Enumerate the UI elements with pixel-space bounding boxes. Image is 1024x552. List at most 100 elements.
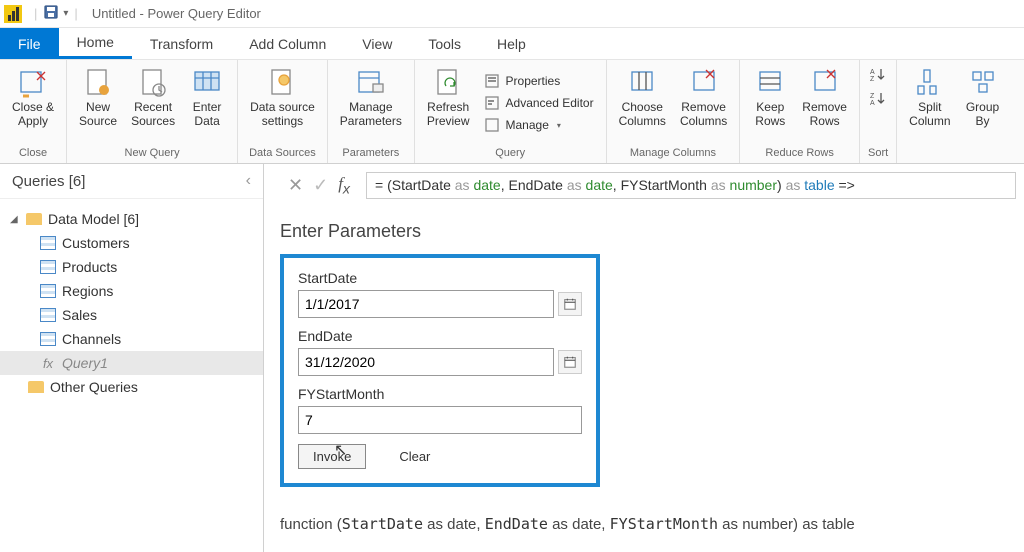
properties-button[interactable]: Properties <box>484 71 594 91</box>
group-by-icon <box>967 66 999 98</box>
tab-transform[interactable]: Transform <box>132 28 231 59</box>
advanced-editor-button[interactable]: Advanced Editor <box>484 93 594 113</box>
tab-file[interactable]: File <box>0 28 59 59</box>
query-item-customers[interactable]: Customers <box>0 231 263 255</box>
content-pane: ✕ ✓ fx = (StartDate as date, EndDate as … <box>264 164 1024 552</box>
table-icon <box>40 308 56 322</box>
enter-data-label: Enter Data <box>193 100 222 128</box>
manage-query-button[interactable]: Manage ▾ <box>484 115 594 135</box>
query-item-regions[interactable]: Regions <box>0 279 263 303</box>
formula-ret: table <box>804 177 834 193</box>
enter-data-icon <box>191 66 223 98</box>
svg-text:A: A <box>870 100 875 106</box>
manage-parameters-button[interactable]: Manage Parameters <box>336 64 406 130</box>
new-source-button[interactable]: New Source <box>75 64 121 130</box>
new-source-label: New Source <box>79 100 117 128</box>
table-icon <box>40 236 56 250</box>
keep-rows-button[interactable]: Keep Rows <box>748 64 792 130</box>
data-source-settings-button[interactable]: Data source settings <box>246 64 319 130</box>
query-label: Channels <box>62 331 121 347</box>
remove-columns-button[interactable]: Remove Columns <box>676 64 731 130</box>
query-item-products[interactable]: Products <box>0 255 263 279</box>
refresh-preview-button[interactable]: Refresh Preview <box>423 64 474 130</box>
formula-type: date <box>473 177 500 193</box>
sig-param: EndDate <box>485 515 548 533</box>
sig-param: StartDate <box>342 515 423 533</box>
folder-other-queries[interactable]: Other Queries <box>0 375 263 399</box>
query-item-query1[interactable]: fxQuery1 <box>0 351 263 375</box>
manage-icon <box>484 117 500 133</box>
save-icon[interactable] <box>43 4 59 23</box>
chevron-down-icon: ▾ <box>557 121 561 130</box>
tab-tools[interactable]: Tools <box>410 28 479 59</box>
table-icon <box>40 332 56 346</box>
group-by-label: Group By <box>966 100 999 128</box>
ribbon: Close & Apply Close New Source Recent So… <box>0 60 1024 164</box>
group-reduce-rows-label: Reduce Rows <box>765 147 833 161</box>
recent-sources-button[interactable]: Recent Sources <box>127 64 179 130</box>
properties-icon <box>484 73 500 89</box>
manage-query-label: Manage <box>506 118 549 132</box>
sig-param: FYStartMonth <box>610 515 718 533</box>
queries-tree: ◢Data Model [6] Customers Products Regio… <box>0 199 263 407</box>
close-apply-button[interactable]: Close & Apply <box>8 64 58 130</box>
query-label: Query1 <box>62 355 108 371</box>
formula-text: ) <box>777 177 786 193</box>
gear-icon <box>266 66 298 98</box>
fystartmonth-input[interactable] <box>298 406 582 434</box>
function-signature: function (StartDate as date, EndDate as … <box>280 515 1024 533</box>
cancel-formula-icon[interactable]: ✕ <box>288 175 303 196</box>
sort-asc-icon: AZ <box>870 66 886 82</box>
group-data-sources-label: Data Sources <box>249 147 316 161</box>
collapse-pane-icon[interactable]: ‹ <box>246 172 251 190</box>
formula-type: date <box>586 177 613 193</box>
queries-header: Queries [6] ‹ <box>0 164 263 199</box>
invoke-button[interactable]: Invoke <box>298 444 366 469</box>
sort-desc-icon: ZA <box>870 90 886 106</box>
fx-icon[interactable]: fx <box>338 174 350 197</box>
enddate-label: EndDate <box>298 328 582 344</box>
group-reduce-rows: Keep Rows Remove Rows Reduce Rows <box>740 60 860 163</box>
tab-view[interactable]: View <box>344 28 410 59</box>
app-logo-icon <box>4 5 22 23</box>
formula-type: number <box>730 177 777 193</box>
startdate-calendar-button[interactable] <box>558 292 582 316</box>
data-source-settings-label: Data source settings <box>250 100 315 128</box>
remove-rows-button[interactable]: Remove Rows <box>798 64 851 130</box>
window-title: Untitled - Power Query Editor <box>92 6 261 21</box>
tab-home[interactable]: Home <box>59 28 132 59</box>
formula-kw: as <box>711 177 730 193</box>
separator: | <box>74 6 77 21</box>
startdate-label: StartDate <box>298 270 582 286</box>
sort-desc-button[interactable]: ZA <box>870 88 886 108</box>
close-apply-icon <box>17 66 49 98</box>
choose-columns-icon <box>626 66 658 98</box>
qat-dropdown-icon[interactable]: ▾ <box>63 8 68 19</box>
formula-text: => <box>835 177 855 193</box>
split-column-button[interactable]: Split Column <box>905 64 954 130</box>
tab-add-column[interactable]: Add Column <box>231 28 344 59</box>
refresh-icon <box>432 66 464 98</box>
group-close-label: Close <box>19 147 47 161</box>
parameters-box: StartDate EndDate FYStartMonth Invoke ↖ <box>280 254 600 487</box>
enddate-calendar-button[interactable] <box>558 350 582 374</box>
folder-data-model[interactable]: ◢Data Model [6] <box>0 207 263 231</box>
query-label: Customers <box>62 235 130 251</box>
query-item-sales[interactable]: Sales <box>0 303 263 327</box>
advanced-editor-icon <box>484 95 500 111</box>
fystartmonth-label: FYStartMonth <box>298 386 582 402</box>
recent-sources-label: Recent Sources <box>131 100 175 128</box>
query-item-channels[interactable]: Channels <box>0 327 263 351</box>
accept-formula-icon[interactable]: ✓ <box>313 175 328 196</box>
tab-help[interactable]: Help <box>479 28 544 59</box>
clear-button[interactable]: Clear <box>384 444 445 469</box>
group-by-button[interactable]: Group By <box>961 64 1005 130</box>
formula-bar[interactable]: = (StartDate as date, EndDate as date, F… <box>366 172 1016 199</box>
sort-asc-button[interactable]: AZ <box>870 64 886 84</box>
startdate-input[interactable] <box>298 290 554 318</box>
enddate-input[interactable] <box>298 348 554 376</box>
choose-columns-button[interactable]: Choose Columns <box>615 64 670 130</box>
group-manage-columns: Choose Columns Remove Columns Manage Col… <box>607 60 741 163</box>
enter-data-button[interactable]: Enter Data <box>185 64 229 130</box>
query-label: Sales <box>62 307 97 323</box>
